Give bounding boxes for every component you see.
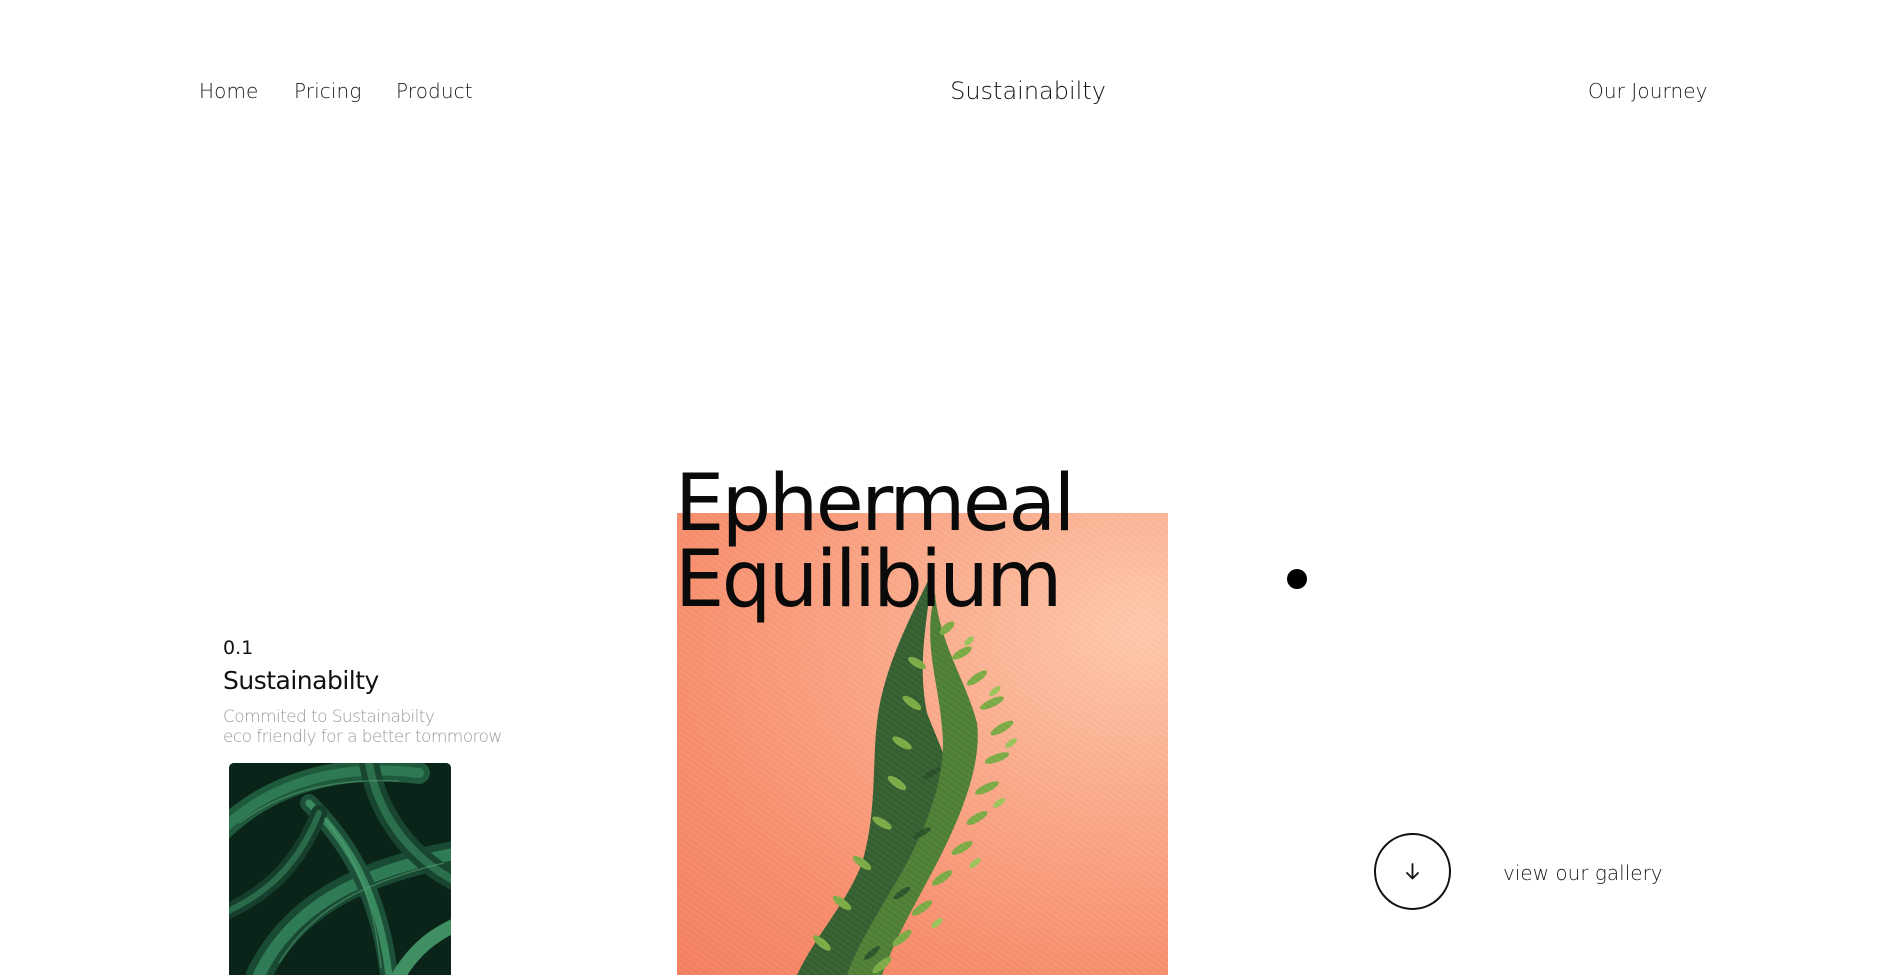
brand-title[interactable]: Sustainabilty (950, 77, 1106, 105)
arrow-down-icon (1406, 863, 1419, 880)
section-description: Commited to Sustainabilty eco friendly f… (223, 707, 502, 747)
nav-link-our-journey[interactable]: Our Journey (1588, 79, 1708, 103)
view-gallery-link[interactable]: view our gallery (1503, 861, 1663, 885)
section-description-line1: Commited to Sustainabilty (223, 707, 435, 727)
hero-headline-line1: Ephermeal (675, 459, 1075, 549)
section-title: Sustainabilty (223, 666, 379, 695)
hero-headline-line2: Equilibium (675, 535, 1062, 625)
hero-headline: Ephermeal Equilibium (675, 459, 1075, 625)
cursor-dot-icon (1287, 569, 1307, 589)
palm-leaf-illustration (229, 763, 451, 975)
page: Home Pricing Product Sustainabilty Our J… (0, 0, 1895, 975)
section-description-line2: eco friendly for a better tommorow (223, 727, 502, 747)
view-gallery-button[interactable] (1374, 833, 1451, 910)
leaf-thumbnail-image (229, 763, 451, 975)
section-number: 0.1 (223, 637, 254, 659)
